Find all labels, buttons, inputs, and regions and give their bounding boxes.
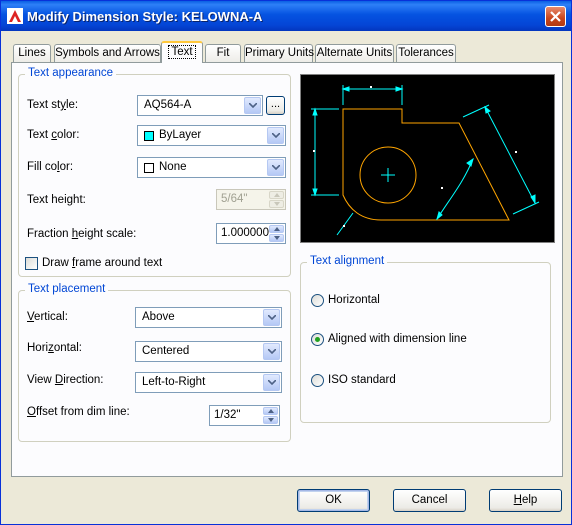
close-icon xyxy=(550,11,561,22)
vertical-select[interactable]: Above xyxy=(135,307,282,328)
tab-primary-units[interactable]: Primary Units xyxy=(244,44,314,63)
view-direction-select[interactable]: Left-to-Right xyxy=(135,372,282,393)
text-style-value: AQ564-A xyxy=(144,99,192,111)
title-bar[interactable]: Modify Dimension Style: KELOWNA-A xyxy=(1,1,571,31)
text-alignment-group: Text alignment Horizontal Aligned with d… xyxy=(300,255,551,423)
spin-down-icon[interactable] xyxy=(263,416,278,424)
horizontal-select[interactable]: Centered xyxy=(135,341,282,362)
text-placement-title: Text placement xyxy=(25,283,109,295)
text-alignment-title: Text alignment xyxy=(307,255,388,267)
view-direction-value: Left-to-Right xyxy=(142,376,206,388)
chevron-down-icon xyxy=(267,159,284,176)
chevron-down-icon xyxy=(263,309,280,326)
fraction-height-scale-label: Fraction height scale: xyxy=(27,228,137,240)
horizontal-radio[interactable] xyxy=(311,294,324,307)
ok-button[interactable]: OK xyxy=(297,489,370,512)
text-style-select[interactable]: AQ564-A xyxy=(137,95,263,116)
dimension-preview xyxy=(300,74,555,243)
vertical-label: Vertical: xyxy=(27,311,68,323)
text-appearance-group: Text appearance Text style: AQ564-A ... … xyxy=(18,67,291,277)
text-style-browse-button[interactable]: ... xyxy=(266,96,285,115)
tab-symbols-and-arrows[interactable]: Symbols and Arrows xyxy=(54,44,161,63)
fraction-height-scale-value: 1.000000 xyxy=(221,227,269,239)
text-style-label: Text style: xyxy=(27,99,79,111)
text-height-label: Text height: xyxy=(27,194,86,206)
draw-frame-label: Draw frame around text xyxy=(42,257,163,269)
spin-up-icon[interactable] xyxy=(263,407,278,415)
fill-color-label: Fill color: xyxy=(27,161,74,173)
tab-fit[interactable]: Fit xyxy=(205,44,241,63)
cyan-color-swatch xyxy=(144,131,154,141)
tab-text-label: Text xyxy=(168,45,196,59)
text-color-select[interactable]: ByLayer xyxy=(137,125,286,146)
fill-color-select[interactable]: None xyxy=(137,157,286,178)
text-tab-panel: Text appearance Text style: AQ564-A ... … xyxy=(11,62,563,477)
fill-color-value: None xyxy=(159,161,187,173)
text-height-value: 5/64" xyxy=(221,193,248,205)
chevron-down-icon xyxy=(263,343,280,360)
draw-frame-checkbox[interactable] xyxy=(25,257,38,270)
vertical-value: Above xyxy=(142,311,175,323)
tab-tolerances[interactable]: Tolerances xyxy=(396,44,456,63)
text-height-stepper: 5/64" xyxy=(216,189,286,210)
tab-lines[interactable]: Lines xyxy=(13,44,51,63)
chevron-down-icon xyxy=(263,374,280,391)
dimension-preview-drawing xyxy=(311,85,540,236)
window-title: Modify Dimension Style: KELOWNA-A xyxy=(27,9,263,24)
offset-label: Offset from dim line: xyxy=(27,406,130,418)
iso-standard-radio[interactable] xyxy=(311,374,324,387)
view-direction-label: View Direction: xyxy=(27,374,104,386)
close-button[interactable] xyxy=(545,6,566,27)
cancel-button[interactable]: Cancel xyxy=(393,489,466,512)
aligned-with-dimension-line-radio[interactable] xyxy=(311,333,324,346)
help-button[interactable]: Help xyxy=(489,489,562,512)
tab-alternate-units[interactable]: Alternate Units xyxy=(315,44,394,63)
fraction-height-scale-stepper[interactable]: 1.000000 xyxy=(216,223,286,244)
tab-text[interactable]: Text xyxy=(161,41,203,63)
spin-down-icon xyxy=(269,200,284,208)
text-appearance-title: Text appearance xyxy=(25,67,117,79)
autocad-app-icon xyxy=(7,8,23,24)
offset-value: 1/32" xyxy=(214,409,241,421)
horizontal-value: Centered xyxy=(142,345,190,357)
chevron-down-icon xyxy=(244,97,261,114)
aligned-with-dimension-line-label: Aligned with dimension line xyxy=(328,333,467,345)
spin-up-icon xyxy=(269,191,284,199)
horizontal-label: Horizontal: xyxy=(27,342,82,354)
text-placement-group: Text placement Vertical: Above Horizonta… xyxy=(18,283,291,442)
spin-up-icon[interactable] xyxy=(269,225,284,233)
text-color-value: ByLayer xyxy=(159,129,202,141)
horizontal-radio-label: Horizontal xyxy=(328,294,380,306)
none-color-swatch xyxy=(144,163,154,173)
dialog-window: Modify Dimension Style: KELOWNA-A Lines … xyxy=(0,0,572,525)
text-color-label: Text color: xyxy=(27,129,80,141)
iso-standard-label: ISO standard xyxy=(328,374,396,386)
spin-down-icon[interactable] xyxy=(269,234,284,242)
offset-stepper[interactable]: 1/32" xyxy=(209,405,280,426)
chevron-down-icon xyxy=(267,127,284,144)
